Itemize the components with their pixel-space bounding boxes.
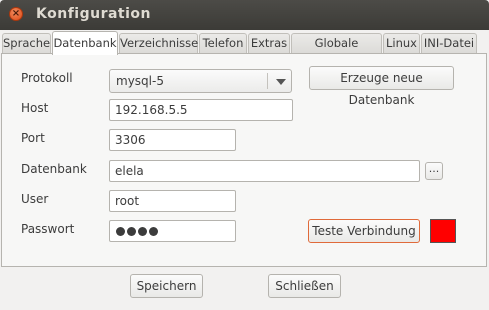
protokoll-value: mysql-5 bbox=[116, 74, 164, 88]
protokoll-label: Protokoll bbox=[21, 71, 73, 85]
host-label: Host bbox=[21, 101, 49, 115]
close-icon[interactable]: × bbox=[9, 7, 23, 21]
datenbank-label: Datenbank bbox=[21, 162, 87, 176]
tab-linux[interactable]: Linux bbox=[383, 33, 420, 53]
tab-globale-params[interactable]: Globale Params bbox=[291, 33, 382, 69]
password-dot bbox=[127, 227, 136, 236]
password-dot bbox=[138, 227, 147, 236]
tab-extras[interactable]: Extras bbox=[248, 33, 290, 53]
tab-verzeichnisse[interactable]: Verzeichnisse bbox=[119, 33, 198, 53]
save-button[interactable]: Speichern bbox=[130, 274, 203, 298]
test-connection-button[interactable]: Teste Verbindung bbox=[308, 219, 420, 243]
password-dot bbox=[116, 227, 125, 236]
close-button[interactable]: Schließen bbox=[268, 274, 341, 298]
passwort-input[interactable] bbox=[109, 220, 236, 242]
window-title: Konfiguration bbox=[36, 6, 151, 22]
host-input[interactable]: 192.168.5.5 bbox=[109, 99, 293, 121]
port-input[interactable]: 3306 bbox=[109, 129, 236, 151]
password-dot bbox=[149, 227, 158, 236]
tab-ini-datei[interactable]: INI-Datei bbox=[421, 33, 477, 53]
datenbank-input[interactable]: elela bbox=[109, 160, 420, 182]
title-bar: × Konfiguration bbox=[0, 0, 489, 30]
user-input[interactable]: root bbox=[109, 190, 236, 212]
passwort-label: Passwort bbox=[21, 222, 75, 236]
create-database-button[interactable]: Erzeuge neue Datenbank bbox=[309, 66, 454, 107]
port-label: Port bbox=[21, 131, 45, 145]
connection-status-indicator bbox=[430, 219, 456, 243]
browse-database-button[interactable]: ... bbox=[425, 162, 443, 180]
combo-separator bbox=[267, 73, 268, 89]
tab-bar: Sprache Datenbank Verzeichnisse Telefon … bbox=[0, 31, 489, 69]
tab-telefon[interactable]: Telefon bbox=[199, 33, 247, 53]
user-label: User bbox=[21, 192, 49, 206]
tab-sprache[interactable]: Sprache bbox=[2, 33, 51, 53]
protokoll-select[interactable]: mysql-5 bbox=[109, 69, 292, 93]
tab-datenbank[interactable]: Datenbank bbox=[52, 31, 118, 55]
chevron-down-icon[interactable] bbox=[276, 79, 286, 85]
